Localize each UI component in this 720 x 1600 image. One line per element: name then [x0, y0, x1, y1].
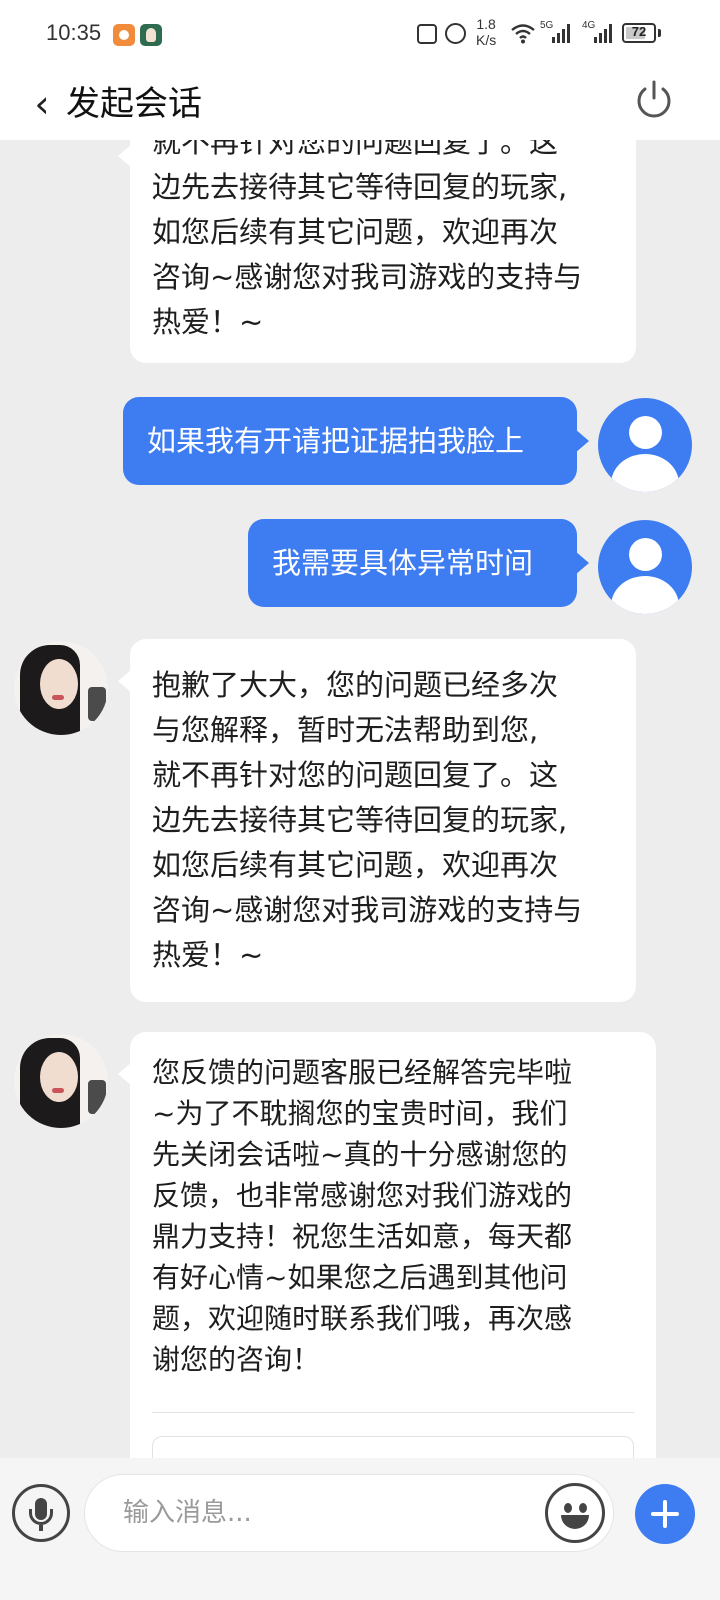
- back-button[interactable]: ‹: [24, 76, 60, 132]
- signal-1-icon: [552, 24, 570, 43]
- status-bar: 10:35 1.8 K/s 5G 4G 72: [0, 0, 720, 68]
- message-text: 如果我有开请把证据拍我脸上: [147, 424, 525, 458]
- smiley-eye-left: [564, 1503, 572, 1513]
- user-message-bubble: 我需要具体异常时间: [248, 519, 589, 607]
- page-title: 发起会话: [66, 84, 202, 124]
- wifi-icon: [511, 24, 535, 44]
- network-speed-unit: K/s: [476, 32, 497, 48]
- signal-2-icon: [594, 24, 612, 43]
- agent-message-bubble: 就不再针对您的问题回复了。这 边先去接待其它等待回复的玩家, 如您后续有其它问题…: [118, 140, 636, 363]
- agent-message-bubble: 抱歉了大大，您的问题已经多次 与您解释，暂时无法帮助到您, 就不再针对您的问题回…: [118, 639, 636, 1002]
- nfc-icon: [417, 24, 437, 44]
- user-avatar[interactable]: [598, 520, 692, 614]
- agent-avatar-phone: [88, 1080, 106, 1114]
- emoji-button[interactable]: [545, 1483, 605, 1543]
- user-avatar-body: [611, 576, 679, 614]
- chevron-left-icon: ‹: [34, 82, 50, 126]
- smiley-eye-right: [579, 1503, 587, 1513]
- status-time: 10:35: [46, 20, 102, 45]
- message-text: 抱歉了大大，您的问题已经多次 与您解释，暂时无法帮助到您, 就不再针对您的问题回…: [152, 668, 583, 972]
- agent-avatar[interactable]: [14, 641, 108, 735]
- agent-avatar-face: [40, 1052, 78, 1102]
- network-speed-value: 1.8: [476, 16, 496, 32]
- agent-avatar-lips: [52, 1088, 64, 1093]
- message-divider: [152, 1412, 634, 1413]
- input-bar: [0, 1458, 720, 1600]
- message-action-card[interactable]: [152, 1436, 634, 1458]
- message-input[interactable]: [84, 1474, 614, 1552]
- user-avatar-head: [629, 416, 662, 449]
- battery-tip: [658, 29, 661, 37]
- message-text: 我需要具体异常时间: [272, 546, 534, 580]
- chat-area[interactable]: 就不再针对您的问题回复了。这 边先去接待其它等待回复的玩家, 如您后续有其它问题…: [0, 140, 720, 1458]
- agent-avatar[interactable]: [14, 1034, 108, 1128]
- power-icon[interactable]: [632, 78, 676, 122]
- microphone-base: [39, 1525, 43, 1531]
- battery-percent: 72: [631, 24, 647, 39]
- agent-avatar-face: [40, 659, 78, 709]
- avatar-notification-icon: [140, 24, 162, 46]
- microphone-stand: [29, 1509, 53, 1525]
- agent-avatar-lips: [52, 695, 64, 700]
- message-text: 就不再针对您的问题回复了。这 边先去接待其它等待回复的玩家, 如您后续有其它问题…: [152, 140, 583, 339]
- network-speed: 1.8 K/s: [476, 16, 496, 48]
- header: ‹ 发起会话: [0, 68, 720, 140]
- plus-button[interactable]: [635, 1484, 695, 1544]
- user-avatar-body: [611, 454, 679, 492]
- battery-icon: 72: [622, 23, 656, 43]
- user-avatar-head: [629, 538, 662, 571]
- user-message-bubble: 如果我有开请把证据拍我脸上: [123, 397, 589, 485]
- agent-avatar-phone: [88, 687, 106, 721]
- app-notification-icon: [113, 24, 135, 46]
- smiley-mouth: [561, 1515, 589, 1529]
- voice-button[interactable]: [12, 1484, 70, 1542]
- user-avatar[interactable]: [598, 398, 692, 492]
- agent-message-bubble: 您反馈的问题客服已经解答完毕啦 ~为了不耽搁您的宝贵时间，我们 先关闭会话啦~真…: [118, 1032, 656, 1458]
- alarm-icon: [445, 23, 466, 44]
- message-text: 您反馈的问题客服已经解答完毕啦 ~为了不耽搁您的宝贵时间，我们 先关闭会话啦~真…: [152, 1056, 573, 1376]
